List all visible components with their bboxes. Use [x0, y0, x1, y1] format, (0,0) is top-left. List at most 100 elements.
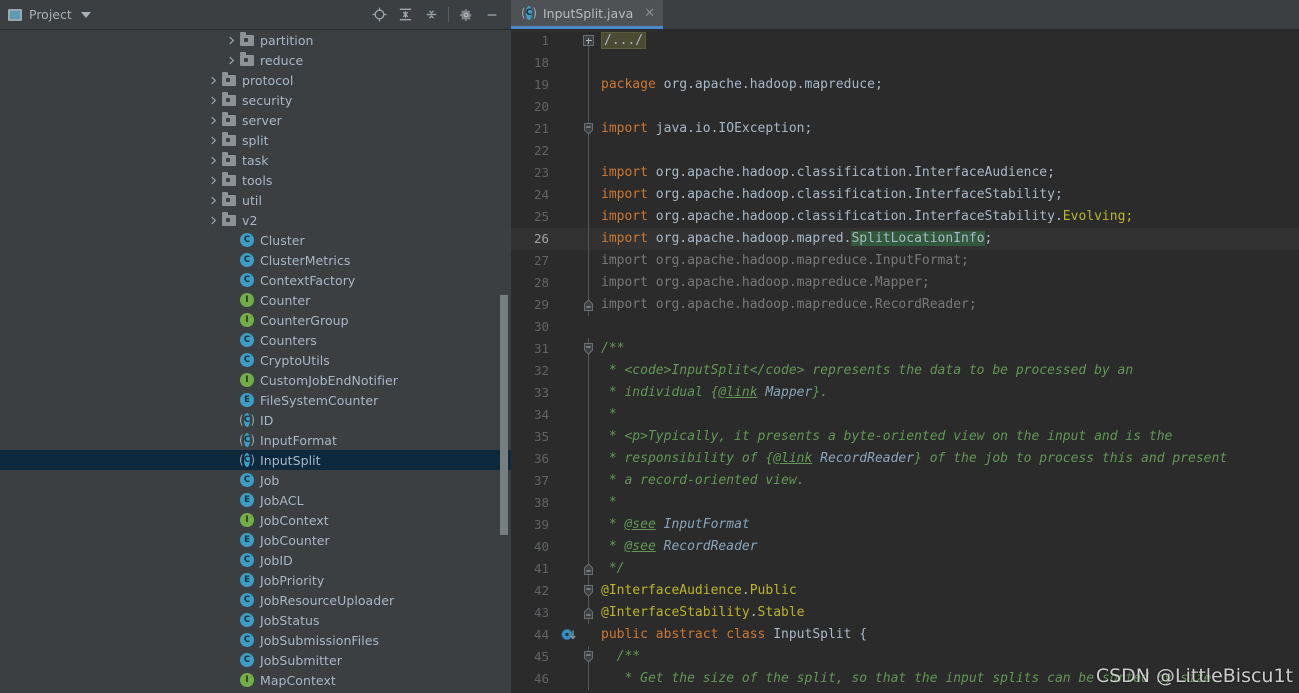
tree-item-v2[interactable]: v2	[0, 210, 511, 230]
tree-item-clustermetrics[interactable]: C ClusterMetrics	[0, 250, 511, 270]
fold-column[interactable]	[583, 52, 595, 74]
tree-item-cluster[interactable]: C Cluster	[0, 230, 511, 250]
code-line-38[interactable]: 38 *	[511, 492, 1299, 514]
tree-item-server[interactable]: server	[0, 110, 511, 130]
tree-item-cryptoutils[interactable]: C CryptoUtils	[0, 350, 511, 370]
fold-column[interactable]	[583, 316, 595, 338]
expand-fold-icon[interactable]	[583, 35, 594, 46]
fold-column[interactable]	[583, 580, 595, 602]
code-line-35[interactable]: 35 * <p>Typically, it presents a byte-or…	[511, 426, 1299, 448]
code-line-37[interactable]: 37 * a record-oriented view.	[511, 470, 1299, 492]
chevron-down-icon[interactable]	[80, 11, 91, 18]
tree-item-jobcontext[interactable]: I JobContext	[0, 510, 511, 530]
fold-column[interactable]	[583, 294, 595, 316]
tree-item-inputsplit[interactable]: (C) InputSplit	[0, 450, 511, 470]
tree-item-filesystemcounter[interactable]: E FileSystemCounter	[0, 390, 511, 410]
project-tree-scrollbar[interactable]	[500, 295, 508, 535]
code-line-46[interactable]: 46 * Get the size of the split, so that …	[511, 668, 1299, 690]
tree-item-counters[interactable]: C Counters	[0, 330, 511, 350]
code-line-33[interactable]: 33 * individual {@link Mapper}.	[511, 382, 1299, 404]
fold-column[interactable]	[583, 228, 595, 250]
fold-column[interactable]	[583, 162, 595, 184]
fold-column[interactable]	[583, 470, 595, 492]
project-title-group[interactable]: Project	[8, 7, 91, 22]
expand-all-icon[interactable]	[392, 2, 418, 28]
fold-column[interactable]	[583, 272, 595, 294]
tree-item-id[interactable]: (C) ID	[0, 410, 511, 430]
code-line-39[interactable]: 39 * @see InputFormat	[511, 514, 1299, 536]
chevron-right-icon[interactable]	[206, 73, 221, 88]
tree-item-jobsubmissionfiles[interactable]: C JobSubmissionFiles	[0, 630, 511, 650]
fold-column[interactable]	[583, 514, 595, 536]
tree-item-reduce[interactable]: reduce	[0, 50, 511, 70]
collapse-fold-icon[interactable]	[584, 584, 593, 597]
code-line-29[interactable]: 29 import org.apache.hadoop.mapreduce.Rec…	[511, 294, 1299, 316]
fold-column[interactable]	[583, 206, 595, 228]
code-line-22[interactable]: 22	[511, 140, 1299, 162]
collapse-all-icon[interactable]	[418, 2, 444, 28]
collapse-fold-end-icon[interactable]	[584, 606, 593, 619]
chevron-right-icon[interactable]	[206, 193, 221, 208]
chevron-right-icon[interactable]	[206, 213, 221, 228]
tree-item-protocol[interactable]: protocol	[0, 70, 511, 90]
tree-item-security[interactable]: security	[0, 90, 511, 110]
fold-column[interactable]	[583, 558, 595, 580]
code-line-36[interactable]: 36 * responsibility of {@link RecordRead…	[511, 448, 1299, 470]
code-line-18[interactable]: 18	[511, 52, 1299, 74]
collapse-fold-icon[interactable]	[584, 342, 593, 355]
fold-column[interactable]	[583, 74, 595, 96]
code-line-25[interactable]: 25 import org.apache.hadoop.classificatio…	[511, 206, 1299, 228]
tree-item-partition[interactable]: partition	[0, 30, 511, 50]
editor-tab-inputsplit[interactable]: ( C ) InputSplit.java ✕	[511, 0, 664, 29]
tree-item-jobid[interactable]: C JobID	[0, 550, 511, 570]
code-line-32[interactable]: 32 * <code>InputSplit</code> represents …	[511, 360, 1299, 382]
code-line-45[interactable]: 45 /**	[511, 646, 1299, 668]
fold-column[interactable]	[583, 536, 595, 558]
code-line-30[interactable]: 30	[511, 316, 1299, 338]
tree-item-tools[interactable]: tools	[0, 170, 511, 190]
tree-item-split[interactable]: split	[0, 130, 511, 150]
code-line-43[interactable]: 43 @InterfaceStability.Stable	[511, 602, 1299, 624]
code-line-19[interactable]: 19 package org.apache.hadoop.mapreduce;	[511, 74, 1299, 96]
tree-item-mapcontext[interactable]: I MapContext	[0, 670, 511, 690]
tree-item-jobpriority[interactable]: E JobPriority	[0, 570, 511, 590]
code-lines[interactable]: 1 /.../ 18 19 package org.apache.hadoop.mapr…	[511, 30, 1299, 693]
locate-icon[interactable]	[366, 2, 392, 28]
tree-item-jobresourceuploader[interactable]: C JobResourceUploader	[0, 590, 511, 610]
fold-column[interactable]	[583, 140, 595, 162]
collapse-fold-icon[interactable]	[584, 650, 593, 663]
fold-column[interactable]	[583, 404, 595, 426]
fold-column[interactable]	[583, 382, 595, 404]
code-line-24[interactable]: 24 import org.apache.hadoop.classificatio…	[511, 184, 1299, 206]
collapse-fold-end-icon[interactable]	[584, 562, 593, 575]
chevron-right-icon[interactable]	[224, 33, 239, 48]
tree-item-jobcounter[interactable]: E JobCounter	[0, 530, 511, 550]
tree-item-jobsubmitter[interactable]: C JobSubmitter	[0, 650, 511, 670]
minimize-icon[interactable]	[479, 2, 505, 28]
fold-column[interactable]	[583, 184, 595, 206]
chevron-right-icon[interactable]	[224, 53, 239, 68]
fold-column[interactable]	[583, 30, 595, 52]
code-viewport[interactable]: 1 /.../ 18 19 package org.apache.hadoop.mapr…	[511, 30, 1299, 693]
fold-column[interactable]	[583, 360, 595, 382]
code-line-21[interactable]: 21 import java.io.IOException;	[511, 118, 1299, 140]
fold-column[interactable]	[583, 624, 595, 646]
chevron-right-icon[interactable]	[206, 153, 221, 168]
tree-item-customjobendnotifier[interactable]: I CustomJobEndNotifier	[0, 370, 511, 390]
code-line-44[interactable]: 44 public abstract class InputSplit {	[511, 624, 1299, 646]
fold-column[interactable]	[583, 646, 595, 668]
code-line-27[interactable]: 27 import org.apache.hadoop.mapreduce.Inp…	[511, 250, 1299, 272]
fold-column[interactable]	[583, 118, 595, 140]
code-line-20[interactable]: 20	[511, 96, 1299, 118]
collapse-fold-icon[interactable]	[584, 122, 593, 135]
code-line-40[interactable]: 40 * @see RecordReader	[511, 536, 1299, 558]
tree-item-jobacl[interactable]: E JobACL	[0, 490, 511, 510]
code-line-28[interactable]: 28 import org.apache.hadoop.mapreduce.Map…	[511, 272, 1299, 294]
code-line-26[interactable]: 26 import org.apache.hadoop.mapred.SplitL…	[511, 228, 1299, 250]
tree-item-task[interactable]: task	[0, 150, 511, 170]
gear-icon[interactable]	[453, 2, 479, 28]
code-line-1[interactable]: 1 /.../	[511, 30, 1299, 52]
fold-column[interactable]	[583, 250, 595, 272]
tree-item-inputformat[interactable]: (C) InputFormat	[0, 430, 511, 450]
close-icon[interactable]: ✕	[644, 7, 655, 20]
